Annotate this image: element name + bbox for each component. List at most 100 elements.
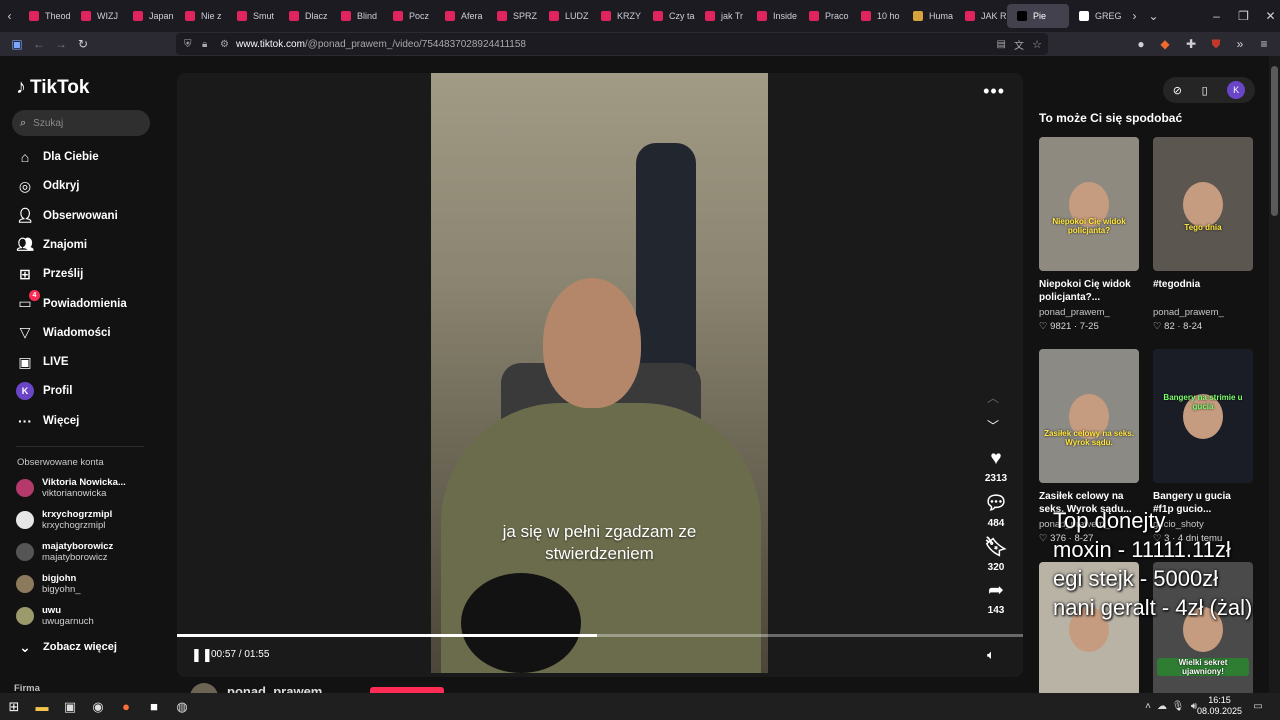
browser-tab[interactable]: Theod xyxy=(19,0,71,32)
shield-icon[interactable]: ⛨ xyxy=(184,39,192,50)
app-square-icon[interactable]: ■ xyxy=(140,693,168,720)
firefox-icon[interactable]: ● xyxy=(112,693,140,720)
browser-tab[interactable]: JAK R xyxy=(955,0,1007,32)
more-options-icon[interactable]: ••• xyxy=(983,81,1005,102)
video-progress-bar[interactable] xyxy=(177,634,1023,637)
file-explorer-icon[interactable]: ▬ xyxy=(28,693,56,720)
browser-tab[interactable]: Dlacz xyxy=(279,0,331,32)
menu-icon[interactable]: ≡ xyxy=(1253,37,1275,51)
back-icon[interactable]: ← xyxy=(28,37,50,51)
overflow-chevrons-icon[interactable]: » xyxy=(1229,37,1251,51)
author-avatar[interactable] xyxy=(190,683,218,693)
tab-favicon-icon xyxy=(497,11,507,21)
sidebar-item-dla-ciebie[interactable]: ⌂ Dla Ciebie xyxy=(16,147,99,167)
browser-tab[interactable]: Inside xyxy=(747,0,799,32)
browser-tab[interactable]: Huma xyxy=(903,0,955,32)
like-button[interactable]: ♥ 2313 xyxy=(977,448,1015,484)
ublock-icon[interactable]: ⛊ xyxy=(1205,37,1227,52)
translate-icon[interactable]: 文 xyxy=(1014,37,1024,52)
tab-label: Theod xyxy=(45,11,71,21)
forward-icon[interactable]: → xyxy=(50,37,72,51)
browser-tab[interactable]: Pie xyxy=(1007,4,1069,28)
control-panel-icon[interactable]: ▣ xyxy=(56,693,84,720)
site-info-icon[interactable]: ⚙ xyxy=(220,39,229,50)
sidebar-toggle-icon[interactable]: ▣ xyxy=(6,37,28,51)
tab-favicon-icon xyxy=(601,11,611,21)
followed-account[interactable]: krxychogrzmipl krxychogrzmipl xyxy=(16,505,112,535)
browser-tab[interactable]: Afera xyxy=(435,0,487,32)
reader-view-icon[interactable]: ▤ xyxy=(997,39,1006,50)
browser-tab[interactable]: Czy ta xyxy=(643,0,695,32)
tool-icon[interactable]: ◍ xyxy=(168,693,196,720)
footer-company-link[interactable]: Firma xyxy=(14,683,40,693)
video-player[interactable]: ja się w pełni zgadzam ze stwierdzeniem … xyxy=(177,73,1023,677)
sidebar-item-prześlij[interactable]: ⊞ Prześlij xyxy=(16,264,83,284)
sidebar-item-więcej[interactable]: ··· Więcej xyxy=(16,411,79,431)
bookmark-star-icon[interactable]: ☆ xyxy=(1032,38,1042,51)
browser-tab[interactable]: KRZY xyxy=(591,0,643,32)
followed-account[interactable]: majatyborowicz majatyborowicz xyxy=(16,537,113,567)
windows-start-icon[interactable]: ⊞ xyxy=(0,693,28,720)
video-thumbnail[interactable]: Bangery na strimie u gucia xyxy=(1153,349,1253,483)
minimize-icon[interactable]: – xyxy=(1207,9,1226,23)
recommended-video-card[interactable]: Tego dnia #tegodnia ponad_prawem_ ♡ 82 · 8-… xyxy=(1153,137,1253,332)
puzzle-extensions-icon[interactable]: ✚ xyxy=(1180,37,1202,51)
restore-icon[interactable]: ❐ xyxy=(1234,9,1253,23)
browser-tab[interactable]: Praco xyxy=(799,0,851,32)
browser-tab[interactable]: WIZJ xyxy=(71,0,123,32)
sidebar-item-live[interactable]: ▣ LIVE xyxy=(16,352,68,372)
followed-account[interactable]: bigjohn bigyohn_ xyxy=(16,569,81,599)
browser-tab[interactable]: 10 ho xyxy=(851,0,903,32)
browser-tab[interactable]: Blind xyxy=(331,0,383,32)
tab-scroll-right-icon[interactable]: › xyxy=(1125,9,1144,23)
see-more-button[interactable]: ⌄ Zobacz więcej xyxy=(16,637,117,657)
share-button[interactable]: ➦ 143 xyxy=(977,579,1015,616)
extension-icon[interactable]: ● xyxy=(1130,37,1152,51)
fox-extension-icon[interactable]: ◆ xyxy=(1154,37,1176,51)
browser-tab[interactable]: LUDZ xyxy=(539,0,591,32)
compass-icon[interactable]: ⊘ xyxy=(1173,84,1182,97)
url-bar[interactable]: ⛨ 🔒︎ ⚙ www.tiktok.com/@ponad_prawem_/vid… xyxy=(176,33,1048,55)
sidebar-item-profil[interactable]: K Profil xyxy=(16,381,72,401)
browser-tab[interactable]: Nie z xyxy=(175,0,227,32)
browser-tab[interactable]: SPRZ xyxy=(487,0,539,32)
browser-tab[interactable]: jak Tr xyxy=(695,0,747,32)
volume-icon[interactable]: 🔈︎ xyxy=(987,647,995,663)
tab-list-chevron-icon[interactable]: ⌄ xyxy=(1144,9,1163,23)
sidebar-item-powiadomienia[interactable]: ▭ 4 Powiadomienia xyxy=(16,289,127,314)
notification-icon[interactable]: ▭ xyxy=(1244,693,1272,720)
browser-tab[interactable]: Smut xyxy=(227,0,279,32)
followed-account[interactable]: Viktoria Nowicka... viktorianowicka xyxy=(16,473,126,503)
browser-tab[interactable]: GREG xyxy=(1069,0,1121,32)
clock-time: 16:15 xyxy=(1208,695,1231,705)
next-video-chevron-icon[interactable]: ﹀ xyxy=(987,417,999,434)
previous-video-chevron-icon[interactable]: ︿ xyxy=(987,389,999,406)
video-thumbnail[interactable]: Zasiłek celowy na seks. Wyrok sądu. xyxy=(1039,349,1139,483)
browser-tab[interactable]: Japan xyxy=(123,0,175,32)
followed-account[interactable]: uwu uwugarnuch xyxy=(16,601,94,631)
tiktok-logo[interactable]: ♪ TikTok xyxy=(16,76,89,99)
comment-button[interactable]: 💬︎ 484 xyxy=(977,491,1015,529)
device-icon[interactable]: ▯ xyxy=(1202,84,1208,97)
taskbar-clock[interactable]: 16:15 08.09.2025 xyxy=(1197,695,1242,717)
browser-tab[interactable]: Pocz xyxy=(383,0,435,32)
close-window-icon[interactable]: ✕ xyxy=(1261,9,1280,23)
video-thumbnail[interactable]: Tego dnia xyxy=(1153,137,1253,271)
scrollbar-thumb[interactable] xyxy=(1271,66,1278,216)
steam-icon[interactable]: ◉ xyxy=(84,693,112,720)
sidebar-item-obserwowani[interactable]: 👤︎ Obserwowani xyxy=(16,206,118,226)
author-name[interactable]: ponad_prawem_ xyxy=(227,684,330,693)
sidebar-item-odkryj[interactable]: ◎ Odkryj xyxy=(16,176,80,196)
search-input[interactable]: ⌕ Szukaj xyxy=(12,110,150,136)
save-button[interactable]: 🔖︎ 320 xyxy=(977,535,1015,573)
pause-icon[interactable]: ❚❚ xyxy=(191,647,213,663)
tab-scroll-left-icon[interactable]: ‹ xyxy=(0,9,19,23)
profile-avatar[interactable]: K xyxy=(1227,81,1246,99)
video-frame[interactable] xyxy=(431,73,768,673)
video-thumbnail[interactable]: Niepokoi Cię widok policjanta? xyxy=(1039,137,1139,271)
reload-icon[interactable]: ↻ xyxy=(72,37,94,51)
sidebar-item-znajomi[interactable]: 👥︎ Znajomi xyxy=(16,235,87,255)
recommended-video-card[interactable]: Niepokoi Cię widok policjanta? Niepokoi C… xyxy=(1039,137,1139,332)
sidebar-item-wiadomości[interactable]: ▽ Wiadomości xyxy=(16,323,111,343)
page-scrollbar[interactable] xyxy=(1269,56,1280,693)
